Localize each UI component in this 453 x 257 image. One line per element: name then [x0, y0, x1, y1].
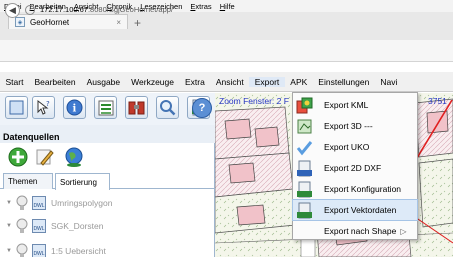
layer-type-icon: DWL: [32, 244, 46, 257]
tab-sortierung[interactable]: Sortierung: [55, 173, 110, 190]
info-circle-icon: i: [66, 99, 83, 116]
help-button[interactable]: ?: [192, 98, 212, 118]
edit-source-button[interactable]: [35, 147, 55, 167]
url-path: :8080/SgjGeoHornet/app/: [87, 5, 174, 14]
layer-name: Umringspolygon: [51, 198, 113, 208]
export-dxf-label: Export 2D DXF: [324, 163, 382, 173]
export-uko-label: Export UKO: [324, 142, 370, 152]
export-3d-label: Export 3D ---: [324, 121, 373, 131]
export-shape-item[interactable]: Export nach Shape ▷: [293, 221, 417, 241]
side-panel: [0, 125, 215, 257]
svg-text:i: i: [73, 104, 77, 115]
checkmark-icon: [296, 140, 313, 155]
layer-name: SGK_Dorsten: [51, 221, 104, 231]
submenu-arrow-icon: ▷: [400, 226, 407, 236]
layer-row[interactable]: ▼ DWL 1:5 Uebersicht: [6, 240, 106, 257]
dxf-export-icon: [297, 160, 312, 176]
lightbulb-icon[interactable]: [16, 218, 28, 234]
select-area-button[interactable]: [5, 96, 28, 119]
select-area-icon: [9, 100, 24, 115]
browser-tab-title: GeoHornet: [30, 17, 70, 27]
tab-themen[interactable]: Themen: [3, 173, 53, 189]
layer-row[interactable]: ▼ DWL SGK_Dorsten: [6, 215, 103, 237]
export-dxf-item[interactable]: Export 2D DXF: [293, 158, 417, 178]
shape-export-icon: [296, 223, 313, 240]
menu-start[interactable]: Start: [0, 77, 29, 87]
pointer-help-button[interactable]: ?: [32, 96, 55, 119]
menu-ansicht[interactable]: Ansicht: [210, 77, 249, 87]
browser-menu-help[interactable]: Hilfe: [216, 2, 239, 11]
url-host: 172.17.100.67: [40, 5, 88, 14]
list-icon: [98, 100, 113, 115]
toolbar: ? i: [0, 93, 215, 125]
new-tab-button[interactable]: +: [134, 16, 141, 30]
add-source-button[interactable]: [8, 147, 28, 167]
export-dropdown-menu: Export KML Export 3D --- Export UKO Expo…: [292, 92, 418, 240]
pointer-help-icon: ?: [37, 99, 50, 115]
map-zoom-title: Zoom Fenster: 2 F: [219, 96, 289, 106]
lightbulb-icon[interactable]: [16, 243, 28, 257]
search-button[interactable]: [156, 96, 179, 119]
pencil-icon: [36, 149, 54, 166]
menu-einstellungen[interactable]: Einstellungen: [313, 77, 375, 87]
menu-navi[interactable]: Navi: [375, 77, 403, 87]
lightbulb-icon[interactable]: [16, 195, 28, 211]
export-vektordaten-item[interactable]: Export Vektordaten: [292, 199, 418, 221]
layer-name: 1:5 Uebersicht: [51, 246, 106, 256]
panel-title: Datenquellen: [3, 132, 60, 142]
browser-tab[interactable]: ◈ GeoHornet ×: [8, 14, 128, 29]
vector-export-icon: [297, 202, 312, 218]
url-bar[interactable]: 172.17.100.67:8080/SgjGeoHornet/app/: [40, 5, 173, 14]
3d-export-icon: [297, 119, 312, 133]
back-arrow-icon[interactable]: ◀: [5, 3, 20, 18]
chevron-down-icon: ▼: [6, 200, 12, 206]
binoculars-button[interactable]: [125, 96, 148, 119]
menu-apk[interactable]: APK: [285, 77, 313, 87]
export-3d-item[interactable]: Export 3D ---: [293, 116, 417, 136]
globe-icon: ◈: [15, 17, 25, 27]
export-kml-item[interactable]: Export KML: [293, 95, 417, 115]
magnifier-icon: [160, 100, 176, 116]
menu-extra[interactable]: Extra: [179, 77, 210, 87]
browser-navbar: [0, 40, 453, 62]
export-kml-label: Export KML: [324, 100, 369, 110]
info-button[interactable]: i: [63, 96, 86, 119]
svg-text:?: ?: [46, 100, 50, 108]
menu-export[interactable]: Export: [249, 76, 285, 87]
info-icon[interactable]: i: [25, 5, 35, 15]
export-konfiguration-label: Export Konfiguration: [324, 184, 402, 194]
list-button[interactable]: [94, 96, 117, 119]
plus-circle-icon: [8, 147, 28, 167]
export-konfiguration-item[interactable]: Export Konfiguration: [293, 179, 417, 199]
binoculars-icon: [128, 101, 145, 114]
menu-werkzeuge[interactable]: Werkzeuge: [126, 77, 180, 87]
browser-menu-tools[interactable]: Extras: [186, 2, 215, 11]
config-export-icon: [297, 181, 312, 197]
layer-row[interactable]: ▼ DWL Umringspolygon: [6, 192, 112, 214]
export-uko-item[interactable]: Export UKO: [293, 137, 417, 157]
chevron-down-icon: ▼: [6, 248, 12, 254]
export-shape-label: Export nach Shape: [324, 226, 397, 236]
globe-icon: [65, 147, 83, 167]
layer-type-icon: DWL: [32, 196, 46, 210]
kml-export-icon: [296, 97, 313, 113]
export-vektordaten-label: Export Vektordaten: [324, 205, 397, 215]
menu-bearbeiten[interactable]: Bearbeiten: [29, 77, 81, 87]
menu-ausgabe[interactable]: Ausgabe: [81, 77, 126, 87]
globe-source-button[interactable]: [63, 146, 85, 168]
app-menubar: Start Bearbeiten Ausgabe Werkzeuge Extra…: [0, 72, 453, 92]
layer-type-icon: DWL: [32, 219, 46, 233]
chevron-down-icon: ▼: [6, 223, 12, 229]
close-icon[interactable]: ×: [116, 18, 121, 27]
